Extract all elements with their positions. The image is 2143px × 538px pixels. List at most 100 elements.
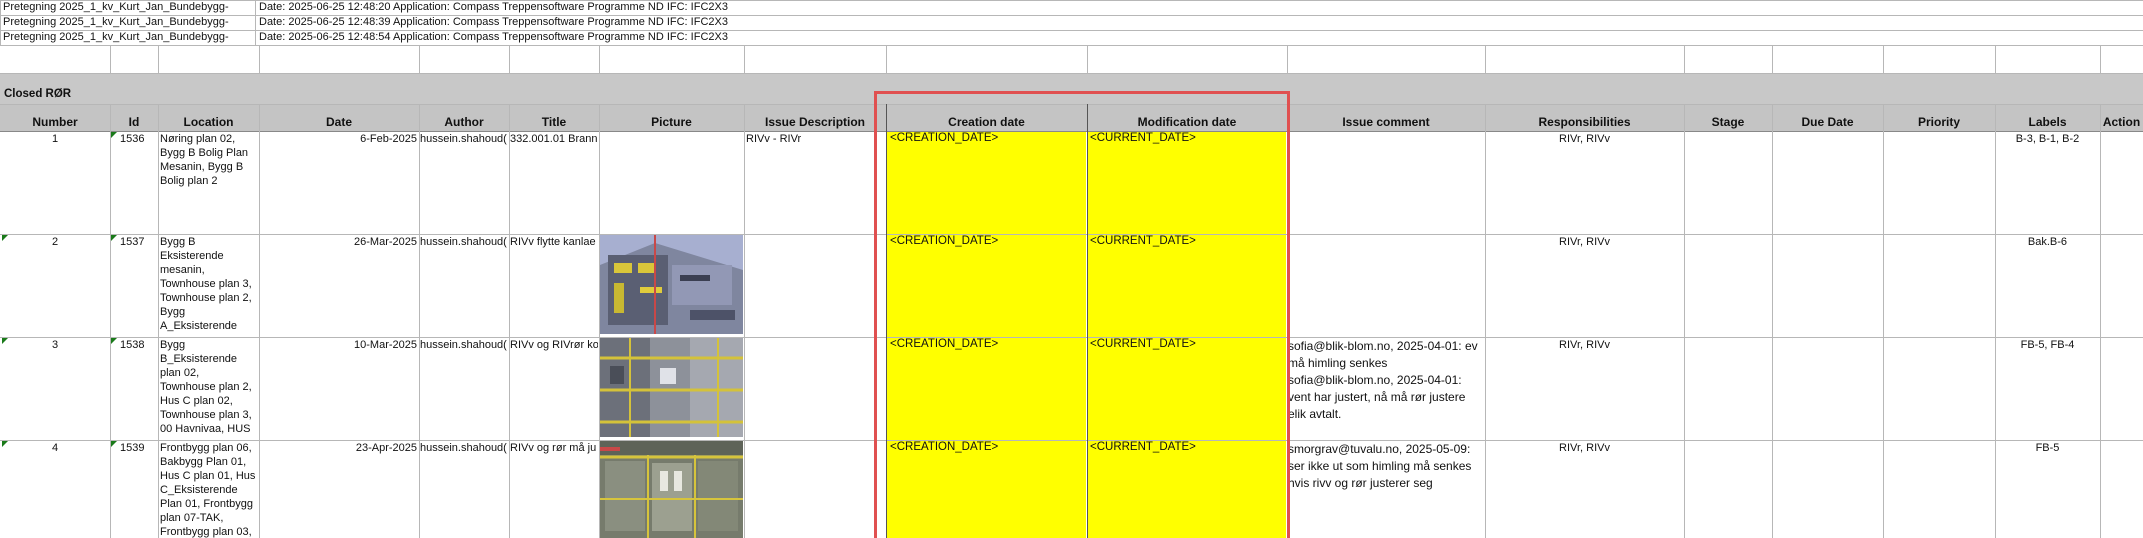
comment-marker-icon xyxy=(111,441,117,447)
comment-marker-icon xyxy=(2,441,8,447)
cell-labels[interactable]: FB-5, FB-4 xyxy=(1995,338,2100,352)
comment-line: smorgrav@tuvalu.no, 2025-05-09: xyxy=(1288,442,1471,456)
file-info: Date: 2025-06-25 12:48:54 Application: C… xyxy=(259,31,728,43)
cell-title[interactable]: RIVv og RIVrør ko xyxy=(510,338,598,352)
location-line: Bygg xyxy=(160,306,186,318)
header-labels[interactable]: Labels xyxy=(1995,113,2100,131)
comment-line: hvis rivv og rør justerer seg xyxy=(1288,476,1433,490)
cell-date[interactable]: 10-Mar-2025 xyxy=(259,338,417,352)
cell-id[interactable]: 1538 xyxy=(120,338,158,352)
location-line: mesanin, xyxy=(160,264,205,276)
cell-number[interactable]: 2 xyxy=(0,235,110,249)
cell-date[interactable]: 26-Mar-2025 xyxy=(259,235,417,249)
location-line: Mesanin, Bygg B xyxy=(160,161,244,173)
location-line: Townhouse plan 2, xyxy=(160,381,252,393)
cell-location[interactable]: Bygg B_Eksisterende plan 02, Townhouse p… xyxy=(160,338,258,436)
cell-location[interactable]: Frontbygg plan 06, Bakbygg Plan 01, Hus … xyxy=(160,441,258,538)
comment-line: må himling senkes xyxy=(1288,356,1388,370)
cell-labels[interactable]: Bak.B-6 xyxy=(1995,235,2100,249)
header-picture[interactable]: Picture xyxy=(599,113,744,131)
comment-marker-icon xyxy=(2,338,8,344)
location-line: Hus C plan 02, xyxy=(160,395,233,407)
comment-marker-icon xyxy=(111,338,117,344)
cell-number[interactable]: 1 xyxy=(0,132,110,146)
cell-id[interactable]: 1536 xyxy=(120,132,158,146)
cell-author[interactable]: hussein.shahoud( xyxy=(420,132,508,146)
cell-title[interactable]: RIVv og rør må ju xyxy=(510,441,598,455)
cell-title[interactable]: 332.001.01 Brann xyxy=(510,132,598,146)
header-stage[interactable]: Stage xyxy=(1684,113,1772,131)
header-location[interactable]: Location xyxy=(158,113,259,131)
header-id[interactable]: Id xyxy=(110,113,158,131)
comment-marker-icon xyxy=(2,235,8,241)
location-line: A_Eksisterende xyxy=(160,320,238,332)
location-line: Frontbygg plan 06, xyxy=(160,442,252,454)
header-date[interactable]: Date xyxy=(259,113,419,131)
cell-responsibilities[interactable]: RIVr, RIVv xyxy=(1485,235,1684,249)
issue-snapshot-image[interactable] xyxy=(600,338,743,437)
header-responsibilities[interactable]: Responsibilities xyxy=(1485,113,1684,131)
location-line: Plan 01, Frontbygg xyxy=(160,498,253,510)
comment-line: sofia@blik-blom.no, 2025-04-01: xyxy=(1288,373,1462,387)
cell-issue-description[interactable]: RIVv - RIVr xyxy=(746,132,884,146)
location-line: Bygg xyxy=(160,339,186,351)
header-number[interactable]: Number xyxy=(0,113,110,131)
header-author[interactable]: Author xyxy=(419,113,509,131)
cell-id[interactable]: 1537 xyxy=(120,235,158,249)
location-line: Bakbygg Plan 01, xyxy=(160,456,247,468)
cell-responsibilities[interactable]: RIVr, RIVv xyxy=(1485,132,1684,146)
highlight-box xyxy=(874,91,1290,538)
cell-responsibilities[interactable]: RIVr, RIVv xyxy=(1485,441,1684,455)
header-issue-comment[interactable]: Issue comment xyxy=(1287,113,1485,131)
header-due-date[interactable]: Due Date xyxy=(1772,113,1883,131)
header-title[interactable]: Title xyxy=(509,113,599,131)
cell-number[interactable]: 3 xyxy=(0,338,110,352)
header-action[interactable]: Action xyxy=(2100,113,2143,131)
cell-date[interactable]: 6-Feb-2025 xyxy=(259,132,417,146)
file-info: Date: 2025-06-25 12:48:20 Application: C… xyxy=(259,1,728,13)
cell-id[interactable]: 1539 xyxy=(120,441,158,455)
header-issue-description[interactable]: Issue Description xyxy=(744,113,886,131)
location-line: plan 02, xyxy=(160,367,200,379)
location-line: plan 07-TAK, xyxy=(160,512,224,524)
comment-marker-icon xyxy=(111,132,117,138)
location-line: Eksisterende xyxy=(160,250,224,262)
location-line: 00 Havnivaa, HUS xyxy=(160,423,251,435)
cell-author[interactable]: hussein.shahoud( xyxy=(420,235,508,249)
comment-marker-icon xyxy=(111,235,117,241)
location-line: Townhouse plan 3, xyxy=(160,409,252,421)
cell-issue-comment[interactable]: smorgrav@tuvalu.no, 2025-05-09: ser ikke… xyxy=(1288,441,1484,492)
cell-location[interactable]: Nøring plan 02, Bygg B Bolig Plan Mesani… xyxy=(160,132,258,188)
location-line: Bygg B xyxy=(160,236,196,248)
file-info: Date: 2025-06-25 12:48:39 Application: C… xyxy=(259,16,728,28)
location-line: Nøring plan 02, xyxy=(160,133,236,145)
cell-title[interactable]: RIVv flytte kanlae xyxy=(510,235,598,249)
location-line: C_Eksisterende xyxy=(160,484,238,496)
cell-location[interactable]: Bygg B Eksisterende mesanin, Townhouse p… xyxy=(160,235,258,333)
cell-responsibilities[interactable]: RIVr, RIVv xyxy=(1485,338,1684,352)
cell-number[interactable]: 4 xyxy=(0,441,110,455)
cell-labels[interactable]: B-3, B-1, B-2 xyxy=(1995,132,2100,146)
issue-snapshot-image[interactable] xyxy=(600,441,743,538)
location-line: Frontbygg plan 03, xyxy=(160,526,252,538)
comment-line: sofia@blik-blom.no, 2025-04-01: ev xyxy=(1288,339,1478,353)
comment-line: ser ikke ut som himling må senkes xyxy=(1288,459,1472,473)
file-name: Pretegning 2025_1_kv_Kurt_Jan_Bundebygg- xyxy=(3,1,229,13)
location-line: Bygg B Bolig Plan xyxy=(160,147,249,159)
location-line: Townhouse plan 2, xyxy=(160,292,252,304)
section-title: Closed RØR xyxy=(4,88,72,100)
header-priority[interactable]: Priority xyxy=(1883,113,1995,131)
cell-labels[interactable]: FB-5 xyxy=(1995,441,2100,455)
cell-issue-comment[interactable]: sofia@blik-blom.no, 2025-04-01: ev må hi… xyxy=(1288,338,1484,423)
comment-line: vent har justert, nå må rør justere xyxy=(1288,390,1466,404)
comment-line: elik avtalt. xyxy=(1288,407,1342,421)
location-line: Townhouse plan 3, xyxy=(160,278,252,290)
cell-author[interactable]: hussein.shahoud( xyxy=(420,441,508,455)
cell-date[interactable]: 23-Apr-2025 xyxy=(259,441,417,455)
cell-author[interactable]: hussein.shahoud( xyxy=(420,338,508,352)
file-name: Pretegning 2025_1_kv_Kurt_Jan_Bundebygg- xyxy=(3,31,229,43)
location-line: B_Eksisterende xyxy=(160,353,238,365)
file-name: Pretegning 2025_1_kv_Kurt_Jan_Bundebygg- xyxy=(3,16,229,28)
location-line: Bolig plan 2 xyxy=(160,175,218,187)
issue-snapshot-image[interactable] xyxy=(600,235,743,334)
